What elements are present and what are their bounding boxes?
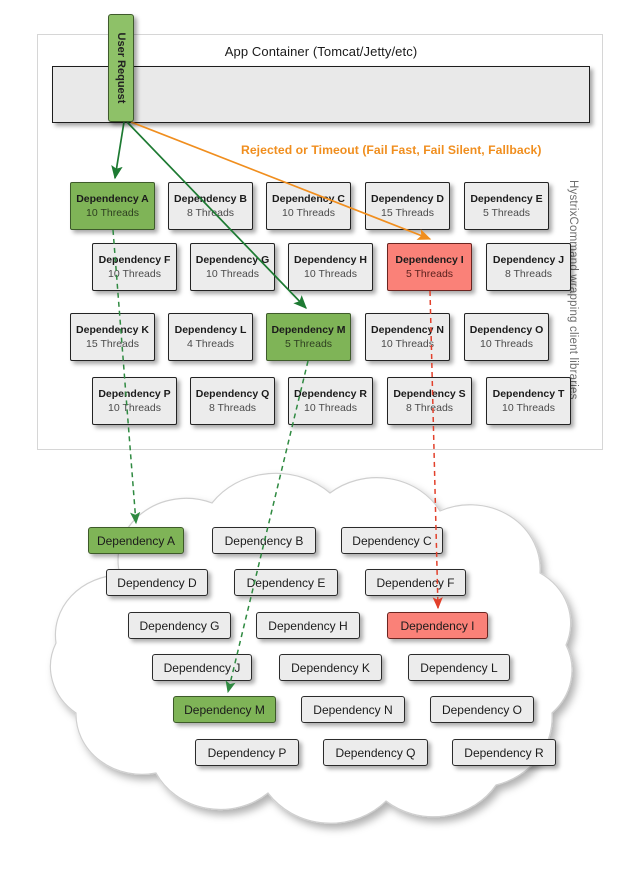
app-dependency-threads: 5 Threads	[482, 207, 531, 219]
app-dependency-threads: 10 Threads	[86, 207, 139, 219]
app-dependency-name: Dependency B	[174, 193, 247, 205]
app-dependency-name: Dependency Q	[195, 388, 270, 400]
app-dependency-box[interactable]: Dependency J 8 Threads	[486, 243, 571, 291]
app-dependency-box[interactable]: Dependency C 10 Threads	[266, 182, 351, 230]
app-dependency-threads: 10 Threads	[108, 402, 161, 414]
app-dependency-box[interactable]: Dependency K 15 Threads	[70, 313, 155, 361]
user-request-label: User Request	[115, 32, 127, 104]
app-dependency-box[interactable]: Dependency I 5 Threads	[387, 243, 472, 291]
app-dependency-box[interactable]: Dependency O 10 Threads	[464, 313, 549, 361]
app-dependency-name: Dependency O	[469, 324, 544, 336]
app-dependency-name: Dependency P	[98, 388, 171, 400]
rejected-or-timeout-label: Rejected or Timeout (Fail Fast, Fail Sil…	[241, 143, 542, 157]
app-dependency-name: Dependency R	[294, 388, 367, 400]
app-dependency-threads: 8 Threads	[504, 268, 553, 280]
app-dependency-name: Dependency N	[371, 324, 444, 336]
app-dependency-threads: 15 Threads	[381, 207, 434, 219]
app-dependency-name: Dependency M	[271, 324, 346, 336]
app-dependency-threads: 10 Threads	[381, 338, 434, 350]
app-dependency-name: Dependency I	[395, 254, 464, 266]
app-dependency-threads: 5 Threads	[405, 268, 454, 280]
app-dependency-threads: 8 Threads	[405, 402, 454, 414]
app-dependency-threads: 8 Threads	[208, 402, 257, 414]
app-dependency-box[interactable]: Dependency S 8 Threads	[387, 377, 472, 425]
app-dependency-name: Dependency T	[492, 388, 565, 400]
app-dependency-box[interactable]: Dependency E 5 Threads	[464, 182, 549, 230]
network-cloud	[0, 455, 640, 869]
user-request-box[interactable]: User Request	[108, 14, 134, 122]
app-dependency-name: Dependency D	[371, 193, 444, 205]
app-dependency-threads: 4 Threads	[186, 338, 235, 350]
app-dependency-box[interactable]: Dependency Q 8 Threads	[190, 377, 275, 425]
app-dependency-threads: 10 Threads	[502, 402, 555, 414]
app-dependency-threads: 15 Threads	[86, 338, 139, 350]
app-dependency-name: Dependency E	[470, 193, 543, 205]
app-dependency-box[interactable]: Dependency L 4 Threads	[168, 313, 253, 361]
app-dependency-name: Dependency H	[294, 254, 367, 266]
diagram-canvas: App Container (Tomcat/Jetty/etc) Hystrix…	[0, 0, 640, 869]
app-dependency-box[interactable]: Dependency A 10 Threads	[70, 182, 155, 230]
app-dependency-threads: 10 Threads	[304, 268, 357, 280]
app-dependency-threads: 10 Threads	[304, 402, 357, 414]
app-dependency-threads: 10 Threads	[282, 207, 335, 219]
app-dependency-box[interactable]: Dependency B 8 Threads	[168, 182, 253, 230]
app-dependency-threads: 10 Threads	[108, 268, 161, 280]
app-dependency-threads: 5 Threads	[284, 338, 333, 350]
app-dependency-box[interactable]: Dependency R 10 Threads	[288, 377, 373, 425]
app-dependency-name: Dependency L	[174, 324, 247, 336]
app-dependency-box[interactable]: Dependency D 15 Threads	[365, 182, 450, 230]
app-dependency-name: Dependency A	[76, 193, 149, 205]
app-dependency-threads: 8 Threads	[186, 207, 235, 219]
app-dependency-box[interactable]: Dependency F 10 Threads	[92, 243, 177, 291]
app-dependency-box[interactable]: Dependency T 10 Threads	[486, 377, 571, 425]
app-dependency-box[interactable]: Dependency G 10 Threads	[190, 243, 275, 291]
cloud-shape	[49, 472, 573, 824]
app-dependency-box[interactable]: Dependency H 10 Threads	[288, 243, 373, 291]
app-dependency-threads: 10 Threads	[480, 338, 533, 350]
app-dependency-box[interactable]: Dependency P 10 Threads	[92, 377, 177, 425]
app-dependency-box[interactable]: Dependency M 5 Threads	[266, 313, 351, 361]
app-dependency-name: Dependency F	[98, 254, 171, 266]
app-dependency-name: Dependency K	[76, 324, 149, 336]
app-dependency-box[interactable]: Dependency N 10 Threads	[365, 313, 450, 361]
app-dependency-name: Dependency S	[393, 388, 466, 400]
app-dependency-name: Dependency C	[272, 193, 345, 205]
app-dependency-name: Dependency G	[195, 254, 270, 266]
app-dependency-name: Dependency J	[492, 254, 565, 266]
app-dependency-threads: 10 Threads	[206, 268, 259, 280]
